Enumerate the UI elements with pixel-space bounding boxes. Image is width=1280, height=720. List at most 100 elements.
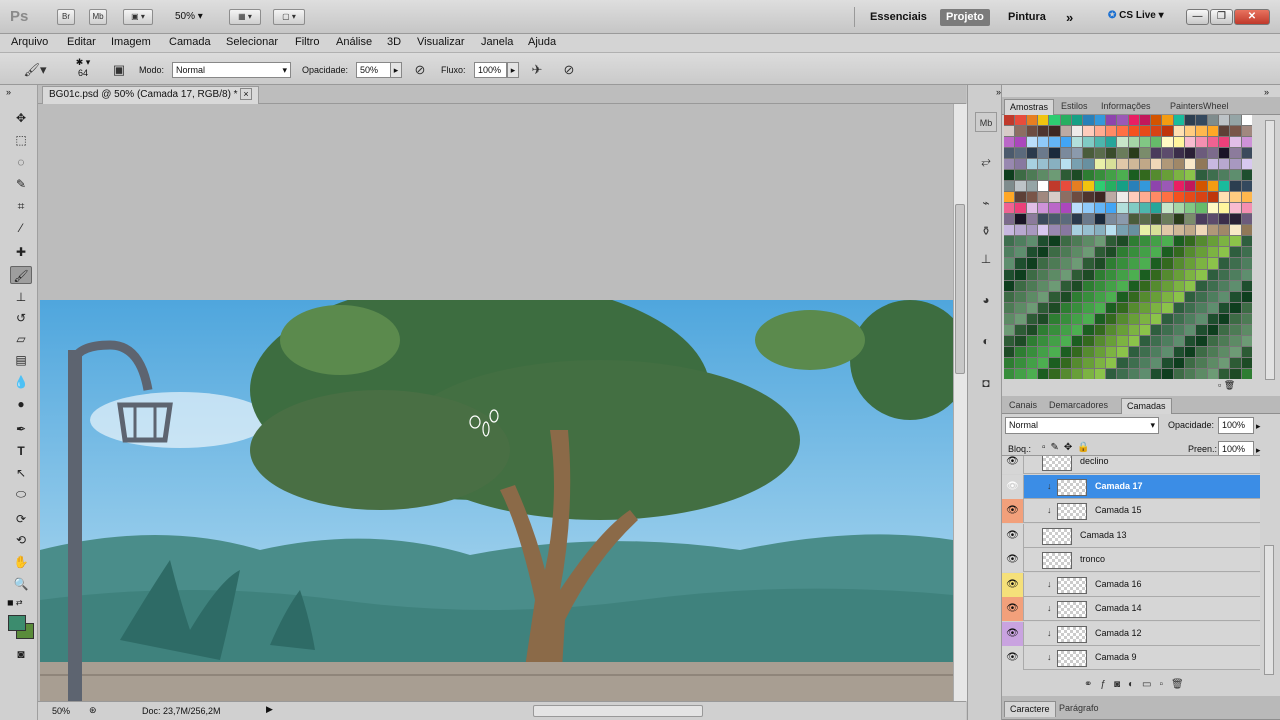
color-swatch[interactable]: [1083, 258, 1094, 269]
color-swatch[interactable]: [1196, 203, 1207, 214]
vertical-scrollbar[interactable]: [953, 104, 967, 701]
color-swatch[interactable]: [1185, 357, 1196, 368]
color-swatch[interactable]: [1173, 269, 1185, 280]
minimize-icon[interactable]: —: [1186, 9, 1209, 25]
shape-tool-icon[interactable]: ⬭: [10, 485, 32, 503]
color-swatch[interactable]: [1128, 368, 1139, 379]
color-swatch[interactable]: [1049, 258, 1060, 269]
color-swatch[interactable]: [1196, 115, 1207, 126]
color-swatch[interactable]: [1004, 357, 1015, 368]
color-swatch[interactable]: [1037, 313, 1049, 324]
color-swatch[interactable]: [1094, 346, 1105, 357]
menu-camada[interactable]: Camada: [169, 36, 211, 48]
color-swatch[interactable]: [1139, 170, 1151, 181]
color-swatch[interactable]: [1117, 357, 1128, 368]
color-swatch[interactable]: [1162, 258, 1173, 269]
quick-selection-tool-icon[interactable]: ✎: [10, 175, 32, 193]
color-swatch[interactable]: [1117, 214, 1128, 225]
color-swatch[interactable]: [1026, 368, 1037, 379]
color-swatch[interactable]: [1196, 346, 1207, 357]
layer-thumbnail[interactable]: [1042, 552, 1072, 569]
color-swatch[interactable]: [1241, 291, 1252, 302]
color-swatch[interactable]: [1196, 159, 1207, 170]
color-swatch[interactable]: [1185, 346, 1196, 357]
color-swatch[interactable]: [1162, 181, 1173, 192]
color-swatch[interactable]: [1241, 181, 1252, 192]
color-swatch[interactable]: [1117, 225, 1128, 236]
color-swatch[interactable]: [1128, 269, 1139, 280]
color-swatch[interactable]: [1004, 126, 1015, 137]
color-swatch[interactable]: [1185, 302, 1196, 313]
color-swatch[interactable]: [1071, 159, 1083, 170]
color-swatch[interactable]: [1162, 203, 1173, 214]
color-swatch[interactable]: [1139, 148, 1151, 159]
color-swatch[interactable]: [1015, 247, 1026, 258]
color-swatch[interactable]: [1105, 291, 1117, 302]
color-swatch[interactable]: [1173, 115, 1185, 126]
color-swatch[interactable]: [1060, 214, 1071, 225]
color-swatch[interactable]: [1173, 258, 1185, 269]
color-swatch[interactable]: [1026, 357, 1037, 368]
color-swatch[interactable]: [1037, 280, 1049, 291]
color-swatch[interactable]: [1071, 126, 1083, 137]
color-swatch[interactable]: [1117, 148, 1128, 159]
color-swatch[interactable]: [1060, 335, 1071, 346]
color-swatch[interactable]: [1162, 137, 1173, 148]
menu-imagem[interactable]: Imagem: [111, 36, 151, 48]
color-swatch[interactable]: [1207, 291, 1219, 302]
color-swatch[interactable]: [1105, 247, 1117, 258]
color-swatch[interactable]: [1105, 324, 1117, 335]
color-swatch[interactable]: [1151, 313, 1162, 324]
quick-mask-icon[interactable]: ◙: [10, 645, 32, 663]
color-swatch[interactable]: [1037, 302, 1049, 313]
color-swatch[interactable]: [1219, 159, 1230, 170]
color-swatch[interactable]: [1207, 192, 1219, 203]
color-swatch[interactable]: [1241, 346, 1252, 357]
color-swatch[interactable]: [1151, 368, 1162, 379]
cs-live-menu[interactable]: ✪ CS Live ▾: [1108, 10, 1164, 21]
color-swatch[interactable]: [1117, 368, 1128, 379]
color-swatch[interactable]: [1071, 357, 1083, 368]
color-swatch[interactable]: [1196, 291, 1207, 302]
color-swatch[interactable]: [1004, 225, 1015, 236]
color-swatch[interactable]: [1173, 313, 1185, 324]
layer-row[interactable]: 👁 ↓ Camada 14: [1002, 597, 1260, 621]
color-swatch[interactable]: [1004, 214, 1015, 225]
color-swatch[interactable]: [1026, 302, 1037, 313]
color-swatch[interactable]: [1173, 324, 1185, 335]
layer-row[interactable]: 👁 Camada 13: [1002, 523, 1260, 548]
color-swatch[interactable]: [1049, 214, 1060, 225]
color-swatch[interactable]: [1071, 137, 1083, 148]
color-swatch[interactable]: [1094, 203, 1105, 214]
status-icon[interactable]: ⊛: [89, 705, 97, 716]
color-swatch[interactable]: [1004, 313, 1015, 324]
tab-camadas[interactable]: Camadas: [1121, 398, 1172, 414]
color-swatch[interactable]: [1230, 280, 1241, 291]
tab-demarcadores[interactable]: Demarcadores: [1044, 398, 1113, 414]
layer-visibility-eye-icon[interactable]: 👁: [1002, 474, 1024, 499]
color-swatch[interactable]: [1230, 203, 1241, 214]
color-swatch[interactable]: [1128, 203, 1139, 214]
color-swatch[interactable]: [1219, 346, 1230, 357]
color-swatch[interactable]: [1162, 302, 1173, 313]
menu-ajuda[interactable]: Ajuda: [528, 36, 556, 48]
color-swatch[interactable]: [1185, 335, 1196, 346]
color-swatch[interactable]: [1037, 115, 1049, 126]
status-zoom[interactable]: 50%: [52, 706, 70, 716]
color-swatch[interactable]: [1151, 236, 1162, 247]
color-swatch[interactable]: [1004, 368, 1015, 379]
color-swatch[interactable]: [1230, 247, 1241, 258]
opacity-arrow-icon[interactable]: ▸: [1256, 421, 1261, 432]
color-swatch[interactable]: [1185, 313, 1196, 324]
tab-paragrafo[interactable]: Parágrafo: [1054, 701, 1104, 717]
path-selection-tool-icon[interactable]: ↖: [10, 464, 32, 482]
3d-orbit-tool-icon[interactable]: ⟲: [10, 531, 32, 549]
color-swatch[interactable]: [1083, 247, 1094, 258]
color-swatch[interactable]: [1015, 203, 1026, 214]
color-swatch[interactable]: [1139, 137, 1151, 148]
color-swatch[interactable]: [1004, 280, 1015, 291]
color-swatch[interactable]: [1151, 335, 1162, 346]
color-swatch[interactable]: [1173, 214, 1185, 225]
scrollbar-thumb[interactable]: [955, 204, 965, 374]
artwork-canvas[interactable]: [40, 300, 953, 701]
